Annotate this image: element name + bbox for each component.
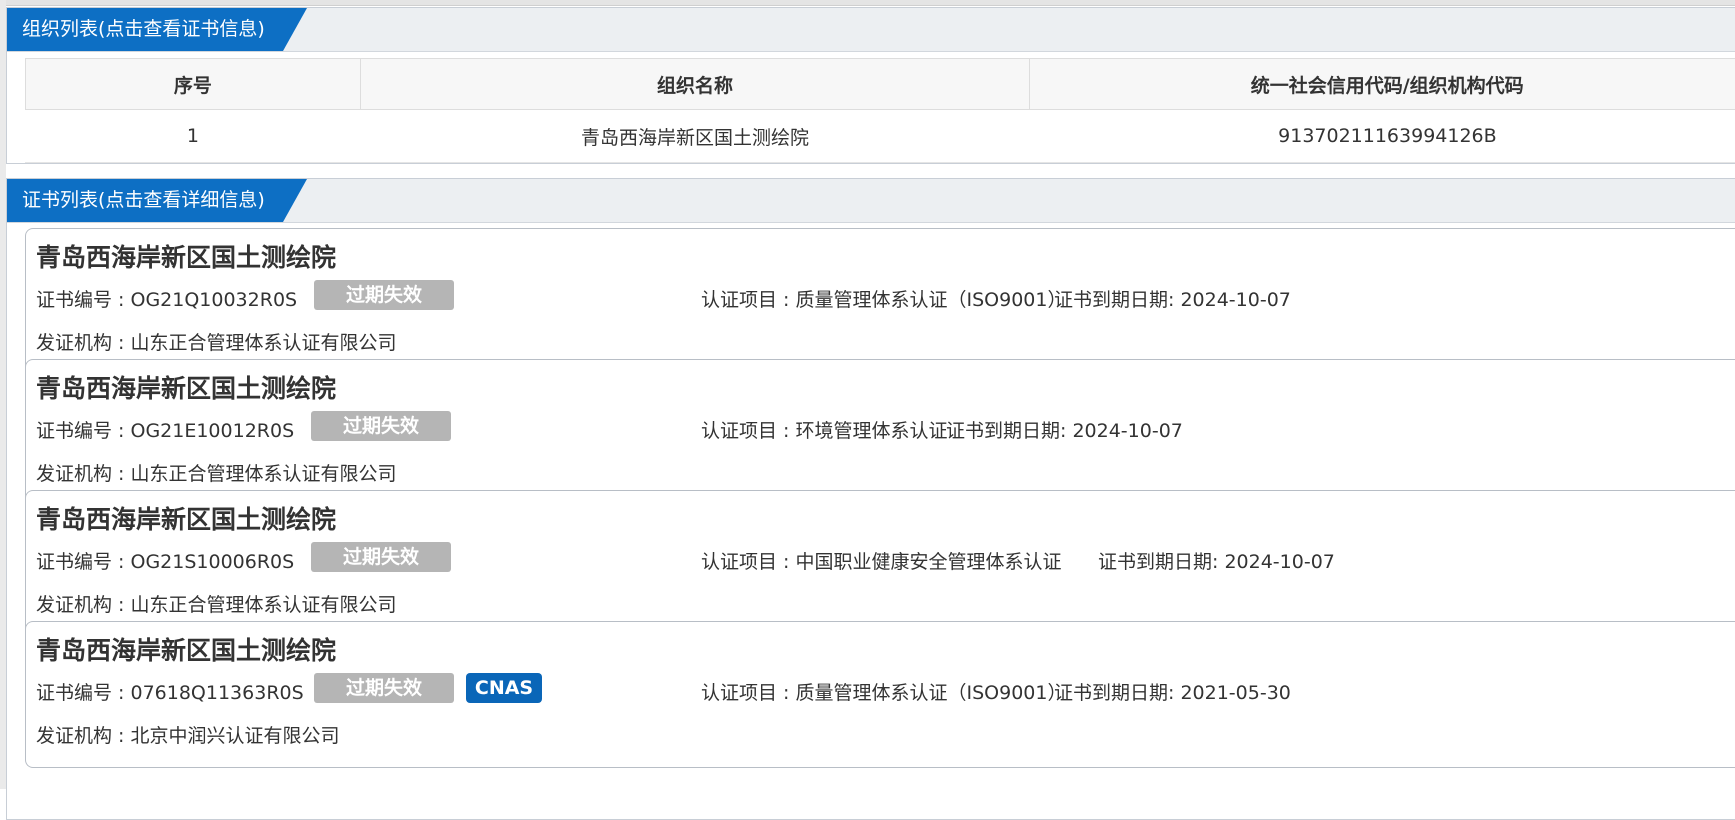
org-code-cell: 91370211163994126B: [1030, 110, 1735, 163]
cnas-badge: CNAS: [466, 673, 542, 703]
cert-project-value: 环境管理体系认证: [795, 420, 947, 442]
cert-expiry-label: 证书到期日期:: [1098, 551, 1224, 573]
cert-list-header: 证书列表(点击查看详细信息): [7, 179, 1735, 223]
cert-issuer: 发证机构 : 山东正合管理体系认证有限公司: [36, 590, 397, 617]
cert-number: 证书编号 : OG21Q10032R0S: [36, 285, 297, 312]
cert-expiry-value: 2021-05-30: [1180, 682, 1290, 704]
cert-expiry-label: 证书到期日期:: [1054, 682, 1180, 704]
cert-expiry-label: 证书到期日期:: [946, 420, 1072, 442]
cert-list-panel: 证书列表(点击查看详细信息) 青岛西海岸新区国土测绘院 证书编号 : OG21Q…: [6, 178, 1735, 820]
cert-org-name[interactable]: 青岛西海岸新区国土测绘院: [36, 238, 336, 274]
cert-org-name[interactable]: 青岛西海岸新区国土测绘院: [36, 631, 336, 667]
cert-issuer-label: 发证机构 :: [36, 725, 130, 747]
org-list-title: 组织列表(点击查看证书信息): [7, 8, 307, 51]
cert-number: 证书编号 : OG21S10006R0S: [36, 547, 294, 574]
cert-issuer-value: 山东正合管理体系认证有限公司: [130, 594, 396, 616]
cert-card[interactable]: 青岛西海岸新区国土测绘院 证书编号 : OG21S10006R0S 过期失效 认…: [25, 490, 1735, 637]
org-index-cell: 1: [26, 110, 361, 163]
cert-card[interactable]: 青岛西海岸新区国土测绘院 证书编号 : OG21Q10032R0S 过期失效 认…: [25, 228, 1735, 375]
org-name-cell[interactable]: 青岛西海岸新区国土测绘院: [360, 110, 1030, 163]
org-table-header-row: 序号 组织名称 统一社会信用代码/组织机构代码: [26, 59, 1735, 110]
cert-number-value: 07618Q11363R0S: [130, 682, 303, 704]
cert-card[interactable]: 青岛西海岸新区国土测绘院 证书编号 : 07618Q11363R0S 过期失效 …: [25, 621, 1735, 768]
cert-project-value: 中国职业健康安全管理体系认证: [795, 551, 1061, 573]
cert-number-label: 证书编号 :: [36, 682, 130, 704]
cert-project-label: 认证项目 :: [701, 682, 795, 704]
status-badge-expired: 过期失效: [314, 280, 454, 310]
cert-project-label: 认证项目 :: [701, 551, 795, 573]
cert-expiry: 证书到期日期: 2024-10-07: [1054, 285, 1291, 312]
cert-project: 认证项目 : 质量管理体系认证（ISO9001）: [701, 678, 1066, 705]
cert-org-name[interactable]: 青岛西海岸新区国土测绘院: [36, 369, 336, 405]
table-row[interactable]: 1 青岛西海岸新区国土测绘院 91370211163994126B: [26, 110, 1735, 163]
cert-expiry-value: 2024-10-07: [1072, 420, 1182, 442]
cert-org-name[interactable]: 青岛西海岸新区国土测绘院: [36, 500, 336, 536]
org-list-panel: 组织列表(点击查看证书信息) 序号 组织名称 统一社会信用代码/组织机构代码 1…: [6, 7, 1735, 164]
cert-list-title: 证书列表(点击查看详细信息): [7, 179, 307, 222]
cert-number-value: OG21S10006R0S: [130, 551, 294, 573]
cert-project-label: 认证项目 :: [701, 289, 795, 311]
cert-expiry-value: 2024-10-07: [1224, 551, 1334, 573]
cert-issuer-label: 发证机构 :: [36, 594, 130, 616]
cert-project-value: 质量管理体系认证（ISO9001）: [795, 682, 1066, 704]
cert-project-value: 质量管理体系认证（ISO9001）: [795, 289, 1066, 311]
cert-number-label: 证书编号 :: [36, 420, 130, 442]
cert-issuer-label: 发证机构 :: [36, 332, 130, 354]
cert-card[interactable]: 青岛西海岸新区国土测绘院 证书编号 : OG21E10012R0S 过期失效 认…: [25, 359, 1735, 506]
cert-project: 认证项目 : 环境管理体系认证: [701, 416, 948, 443]
column-header-credit-code: 统一社会信用代码/组织机构代码: [1030, 59, 1735, 110]
cert-issuer: 发证机构 : 北京中润兴认证有限公司: [36, 721, 340, 748]
cert-number: 证书编号 : 07618Q11363R0S: [36, 678, 304, 705]
status-badge-expired: 过期失效: [311, 542, 451, 572]
cert-expiry: 证书到期日期: 2024-10-07: [1098, 547, 1335, 574]
cert-project: 认证项目 : 中国职业健康安全管理体系认证: [701, 547, 1062, 574]
status-badge-expired: 过期失效: [314, 673, 454, 703]
cert-issuer: 发证机构 : 山东正合管理体系认证有限公司: [36, 459, 397, 486]
cert-issuer-value: 北京中润兴认证有限公司: [130, 725, 339, 747]
cert-issuer-label: 发证机构 :: [36, 463, 130, 485]
org-table: 序号 组织名称 统一社会信用代码/组织机构代码 1 青岛西海岸新区国土测绘院 9…: [25, 58, 1735, 163]
cert-expiry-label: 证书到期日期:: [1054, 289, 1180, 311]
window-top-border: [0, 0, 1735, 6]
cert-number-label: 证书编号 :: [36, 289, 130, 311]
cert-expiry: 证书到期日期: 2021-05-30: [1054, 678, 1291, 705]
cert-number-value: OG21Q10032R0S: [130, 289, 297, 311]
cert-number: 证书编号 : OG21E10012R0S: [36, 416, 294, 443]
cert-project-label: 认证项目 :: [701, 420, 795, 442]
cert-number-label: 证书编号 :: [36, 551, 130, 573]
cert-issuer-value: 山东正合管理体系认证有限公司: [130, 463, 396, 485]
column-header-index: 序号: [26, 59, 361, 110]
org-list-header: 组织列表(点击查看证书信息): [7, 8, 1735, 52]
cert-expiry-value: 2024-10-07: [1180, 289, 1290, 311]
cert-expiry: 证书到期日期: 2024-10-07: [946, 416, 1183, 443]
cert-number-value: OG21E10012R0S: [130, 420, 294, 442]
column-header-org-name: 组织名称: [360, 59, 1030, 110]
cert-project: 认证项目 : 质量管理体系认证（ISO9001）: [701, 285, 1066, 312]
status-badge-expired: 过期失效: [311, 411, 451, 441]
cert-issuer: 发证机构 : 山东正合管理体系认证有限公司: [36, 328, 397, 355]
cert-issuer-value: 山东正合管理体系认证有限公司: [130, 332, 396, 354]
